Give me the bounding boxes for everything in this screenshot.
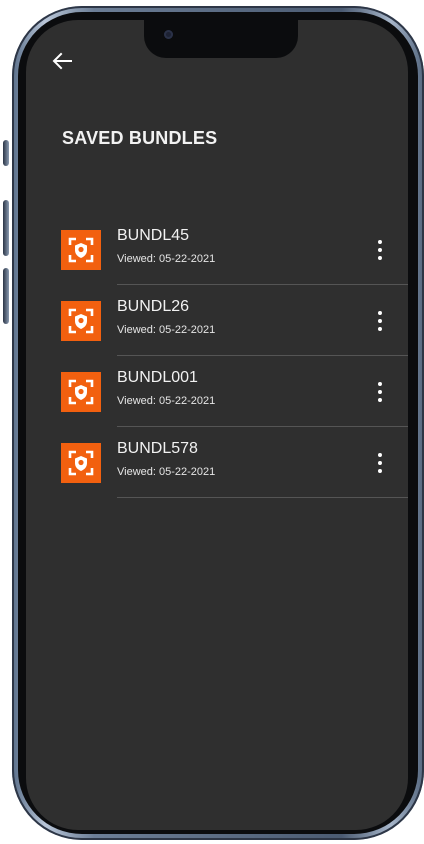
more-vertical-icon[interactable] xyxy=(372,309,388,333)
bundle-list: BUNDL45 Viewed: 05-22-2021 BUNDL26 Viewe… xyxy=(26,214,408,498)
page-title: SAVED BUNDLES xyxy=(62,128,218,148)
bundle-list-item[interactable]: BUNDL26 Viewed: 05-22-2021 xyxy=(26,285,408,356)
more-vertical-icon[interactable] xyxy=(372,451,388,475)
camera-notch xyxy=(144,20,298,58)
shield-scan-icon xyxy=(61,301,101,341)
back-button[interactable] xyxy=(52,50,82,76)
more-vertical-icon[interactable] xyxy=(372,380,388,404)
bundle-viewed-date: Viewed: 05-22-2021 xyxy=(117,324,216,336)
bundle-name: BUNDL45 xyxy=(117,227,190,244)
shield-scan-icon xyxy=(61,230,101,270)
volume-up-button xyxy=(3,200,9,256)
bundle-viewed-date: Viewed: 05-22-2021 xyxy=(117,466,216,478)
shield-scan-icon xyxy=(61,443,101,483)
row-divider xyxy=(117,497,408,498)
volume-down-button xyxy=(3,268,9,324)
bundle-list-item[interactable]: BUNDL001 Viewed: 05-22-2021 xyxy=(26,356,408,427)
action-button xyxy=(3,140,9,166)
bundle-list-item[interactable]: BUNDL578 Viewed: 05-22-2021 xyxy=(26,427,408,498)
bundle-list-item[interactable]: BUNDL45 Viewed: 05-22-2021 xyxy=(26,214,408,285)
shield-scan-icon xyxy=(61,372,101,412)
bundle-name: BUNDL001 xyxy=(117,369,198,386)
bundle-name: BUNDL578 xyxy=(117,440,198,457)
bundle-viewed-date: Viewed: 05-22-2021 xyxy=(117,253,216,265)
bundle-viewed-date: Viewed: 05-22-2021 xyxy=(117,395,216,407)
more-vertical-icon[interactable] xyxy=(372,238,388,262)
front-camera xyxy=(164,30,173,39)
bundle-name: BUNDL26 xyxy=(117,298,190,315)
arrow-left-icon xyxy=(52,52,72,75)
app-screen: SAVED BUNDLES BUNDL45 Viewed: 05-22-2021 xyxy=(26,20,408,830)
